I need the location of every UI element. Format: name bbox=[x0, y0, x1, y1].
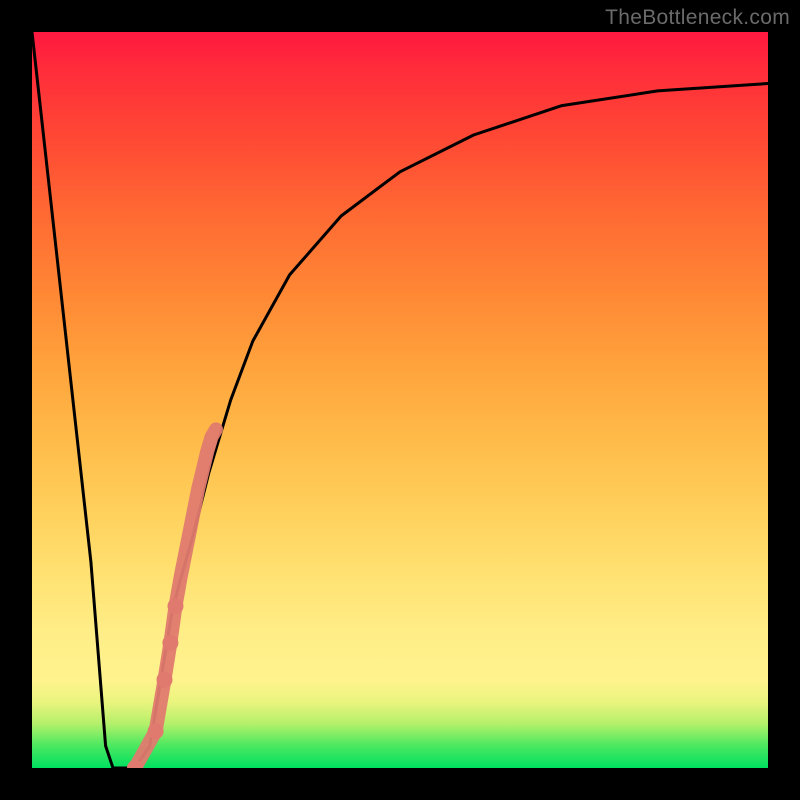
chart-svg bbox=[32, 32, 768, 768]
plot-area bbox=[32, 32, 768, 768]
gpu-dot bbox=[157, 672, 173, 688]
watermark-text: TheBottleneck.com bbox=[605, 6, 790, 30]
bottleneck-curve bbox=[32, 32, 768, 768]
gpu-dot bbox=[162, 635, 178, 651]
gpu-dot bbox=[168, 598, 184, 614]
chart-frame: TheBottleneck.com bbox=[0, 0, 800, 800]
gpu-dots bbox=[127, 429, 216, 768]
gpu-dot bbox=[148, 723, 164, 739]
